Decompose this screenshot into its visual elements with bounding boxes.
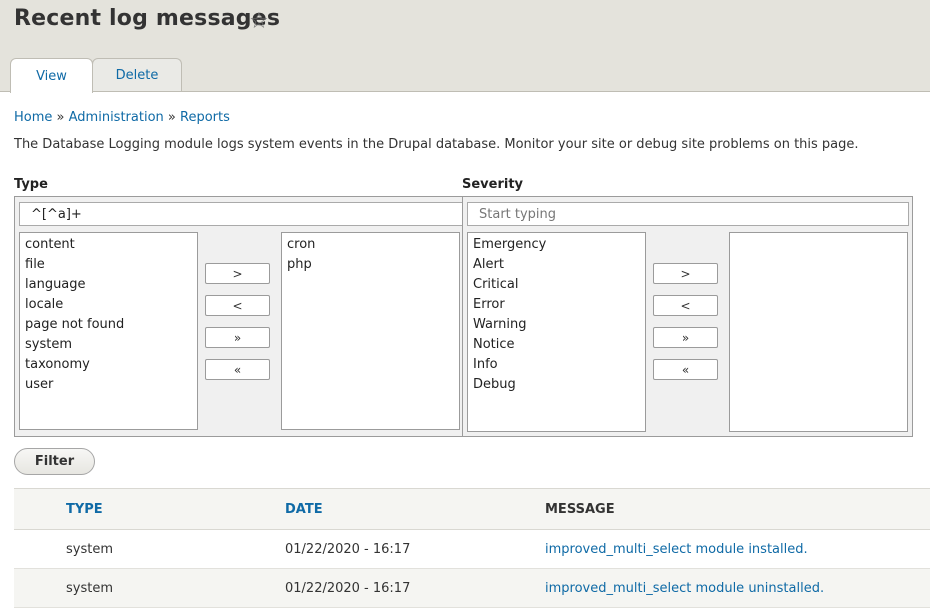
breadcrumb-administration[interactable]: Administration: [69, 110, 164, 125]
severity-add-button[interactable]: >: [653, 263, 718, 284]
breadcrumb-separator: »: [167, 110, 176, 125]
severity-remove-button[interactable]: <: [653, 295, 718, 316]
type-filter-label: Type: [14, 177, 48, 192]
list-item[interactable]: Critical: [468, 275, 645, 295]
severity-search-input[interactable]: [467, 202, 909, 226]
tab-delete[interactable]: Delete: [92, 58, 182, 91]
cell-type: system: [66, 581, 113, 596]
type-add-button[interactable]: >: [205, 263, 270, 284]
table-row: system 01/22/2020 - 16:17 improved_multi…: [14, 530, 930, 569]
list-item[interactable]: Debug: [468, 375, 645, 395]
list-item[interactable]: php: [282, 255, 459, 275]
type-selected-list[interactable]: cron php: [281, 232, 460, 430]
list-item[interactable]: page not found: [20, 315, 197, 335]
cell-message-link[interactable]: improved_multi_select module uninstalled…: [545, 581, 824, 596]
type-search-input[interactable]: [19, 202, 465, 226]
severity-available-list[interactable]: Emergency Alert Critical Error Warning N…: [467, 232, 646, 432]
list-item[interactable]: Info: [468, 355, 645, 375]
list-item[interactable]: taxonomy: [20, 355, 197, 375]
page-title: Recent log messages: [14, 6, 281, 31]
list-item[interactable]: Alert: [468, 255, 645, 275]
list-item[interactable]: cron: [282, 235, 459, 255]
severity-selected-list[interactable]: [729, 232, 908, 432]
list-item[interactable]: Emergency: [468, 235, 645, 255]
star-icon[interactable]: ☆: [249, 8, 269, 36]
severity-remove-all-button[interactable]: «: [653, 359, 718, 380]
log-table: TYPE DATE MESSAGE system 01/22/2020 - 16…: [14, 488, 930, 608]
table-row: system 01/22/2020 - 16:17 improved_multi…: [14, 569, 930, 608]
table-header: TYPE DATE MESSAGE: [14, 488, 930, 530]
cell-message-link[interactable]: improved_multi_select module installed.: [545, 542, 808, 557]
type-remove-all-button[interactable]: «: [205, 359, 270, 380]
column-header-message: MESSAGE: [545, 502, 615, 517]
severity-multiselect: Emergency Alert Critical Error Warning N…: [462, 196, 913, 437]
type-add-all-button[interactable]: »: [205, 327, 270, 348]
type-available-list[interactable]: content file language locale page not fo…: [19, 232, 198, 430]
list-item[interactable]: Notice: [468, 335, 645, 355]
list-item[interactable]: user: [20, 375, 197, 395]
breadcrumb-reports[interactable]: Reports: [180, 110, 230, 125]
type-remove-button[interactable]: <: [205, 295, 270, 316]
list-item[interactable]: file: [20, 255, 197, 275]
cell-type: system: [66, 542, 113, 557]
page-description: The Database Logging module logs system …: [14, 137, 859, 152]
type-multiselect: content file language locale page not fo…: [14, 196, 465, 437]
severity-add-all-button[interactable]: »: [653, 327, 718, 348]
list-item[interactable]: Error: [468, 295, 645, 315]
list-item[interactable]: Warning: [468, 315, 645, 335]
list-item[interactable]: system: [20, 335, 197, 355]
page-header: Recent log messages ☆ View Delete: [0, 0, 930, 93]
breadcrumb-home[interactable]: Home: [14, 110, 52, 125]
filter-button[interactable]: Filter: [14, 448, 95, 475]
column-header-date[interactable]: DATE: [285, 489, 323, 531]
breadcrumb-separator: »: [56, 110, 65, 125]
list-item[interactable]: locale: [20, 295, 197, 315]
severity-filter-label: Severity: [462, 177, 524, 192]
list-item[interactable]: language: [20, 275, 197, 295]
column-header-type[interactable]: TYPE: [66, 489, 103, 531]
breadcrumb: Home » Administration » Reports: [14, 110, 230, 125]
tab-view[interactable]: View: [10, 58, 93, 93]
cell-date: 01/22/2020 - 16:17: [285, 581, 411, 596]
list-item[interactable]: content: [20, 235, 197, 255]
cell-date: 01/22/2020 - 16:17: [285, 542, 411, 557]
